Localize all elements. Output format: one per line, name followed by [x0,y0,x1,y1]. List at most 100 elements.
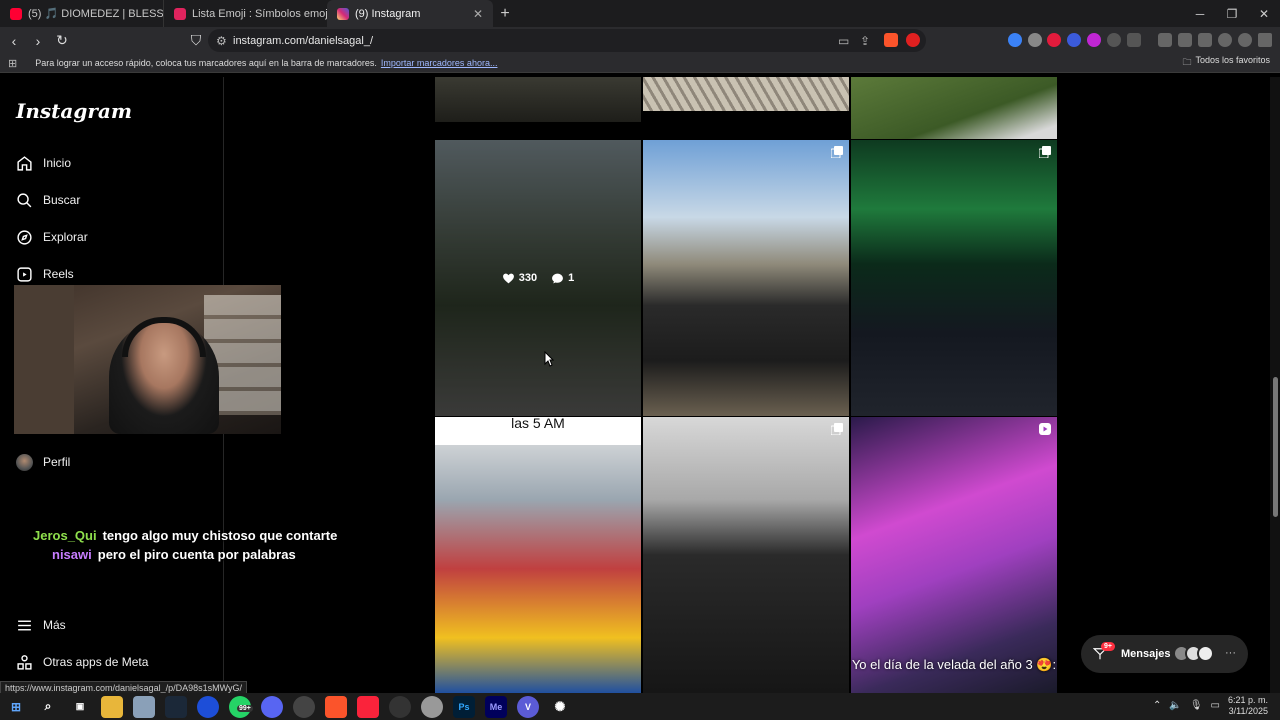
app-icon[interactable] [133,695,155,718]
tab-label: Lista Emoji : Símbolos emoji nativas [192,7,327,20]
extension-icon[interactable] [1008,33,1022,47]
extension-icon[interactable] [1087,33,1101,47]
app-icon[interactable] [293,695,315,718]
obs-icon[interactable] [389,695,411,718]
chat-username: nisawi [52,547,92,562]
search-icon[interactable]: ⌕ [37,696,59,718]
speaker-icon[interactable]: 🔈 [1169,700,1181,711]
youtube-icon [10,7,22,20]
carousel-icon [831,423,843,435]
microphone-icon[interactable]: 🎙 [1190,700,1203,711]
chevron-up-icon[interactable]: ⌃ [1153,700,1161,711]
apps-grid-icon[interactable]: ⊞ [8,57,17,70]
media-encoder-icon[interactable]: Me [485,695,507,718]
tab-youtube[interactable]: (5) 🎵 DIOMEDEZ | BLESSD ✕ GE [0,0,163,27]
extension-icon[interactable] [1067,33,1081,47]
windows-taskbar: ⊞ ⌕ ▣ 99+ Ps Me V ✺ ⌃ 🔈 🎙 ▭ 6:21 p. m. 3… [0,693,1280,720]
taskbar-badge: 99+ [237,704,253,712]
apple-music-icon[interactable] [357,695,379,718]
bookmarks-bar: ⊞ Para lograr un acceso rápido, coloca t… [0,54,1280,73]
forward-button[interactable]: › [28,33,48,49]
menu-icon [18,620,31,630]
posts-grid: 330 1 las 5 AM Yo el día de la velada de… [435,77,1058,693]
messages-label: Mensajes [1121,648,1171,660]
minimize-button[interactable]: ─ [1184,7,1216,21]
sidebar-item-reels[interactable]: Reels [16,264,74,284]
site-info-icon[interactable]: ⚙ [216,34,227,48]
chat-text: tengo algo muy chistoso que contarte [102,528,338,543]
task-view-icon[interactable]: ▣ [69,696,91,718]
window-controls: ─ ❐ ✕ [1184,7,1280,21]
menu-icon[interactable] [1258,33,1272,47]
brave-rewards-icon[interactable] [906,33,920,47]
sidebar-item-meta-apps[interactable]: Otras apps de Meta [16,652,148,672]
sidebar-item-inicio[interactable]: Inicio [16,153,71,173]
bookmark-icon[interactable]: ⛉ [186,32,206,49]
windows-start-icon[interactable]: ⊞ [5,696,27,718]
network-icon[interactable]: ▭ [1211,700,1220,711]
puzzle-icon[interactable] [1107,33,1121,47]
omnibox[interactable]: ⚙ instagram.com/danielsagal_/ ▭ ⇪ [208,29,926,52]
post-thumbnail[interactable]: las 5 AM [435,417,641,693]
message-avatars [1173,645,1214,662]
tab-instagram[interactable]: (9) Instagram ✕ [327,0,493,27]
reel-icon [1039,423,1051,435]
back-button[interactable]: ‹ [4,33,24,49]
wallet-icon[interactable] [1127,33,1141,47]
all-bookmarks[interactable]: 🗀 Todos los favoritos [1182,55,1270,71]
close-tab-icon[interactable]: ✕ [473,7,483,21]
post-thumbnail[interactable] [643,417,849,693]
close-window-button[interactable]: ✕ [1248,7,1280,21]
tab-emoji-list[interactable]: Lista Emoji : Símbolos emoji nativas [163,0,327,27]
system-tray: ⌃ 🔈 🎙 ▭ [1153,700,1220,711]
brave-shields-icon[interactable] [884,33,898,47]
clock-time: 6:21 p. m. [1227,695,1268,705]
steam-icon[interactable] [165,695,187,718]
brave-icon[interactable] [325,695,347,718]
clock-date: 3/11/2025 [1228,706,1268,716]
post-thumbnail[interactable] [851,140,1057,416]
post-thumbnail[interactable] [643,77,849,111]
cast-icon[interactable]: ▭ [838,34,849,48]
sidebar-item-perfil[interactable]: Perfil [16,452,70,472]
sidebar-item-buscar[interactable]: Buscar [16,190,80,210]
photoshop-icon[interactable]: Ps [453,695,475,718]
more-icon[interactable]: ··· [1225,647,1236,659]
vpn-icon[interactable] [1238,33,1252,47]
post-thumbnail[interactable] [643,140,849,416]
leo-icon[interactable] [1218,33,1232,47]
clock[interactable]: 6:21 p. m. 3/11/2025 [1228,695,1268,717]
avatar [1197,645,1214,662]
post-caption: Yo el día de la velada del año 3 😍: [851,657,1057,672]
music-icon[interactable] [1158,33,1172,47]
page-scrollbar[interactable] [1270,77,1280,693]
post-thumbnail[interactable] [435,77,641,122]
edge-icon[interactable] [197,695,219,718]
app-icon[interactable] [421,695,443,718]
extension-icon[interactable] [1028,33,1042,47]
post-thumbnail[interactable]: Yo el día de la velada del año 3 😍: [851,417,1057,693]
app-icon[interactable]: V [517,695,539,718]
whatsapp-icon[interactable]: 99+ [229,695,253,718]
new-tab-button[interactable]: + [493,5,517,23]
chatgpt-icon[interactable]: ✺ [549,696,571,718]
import-bookmarks-link[interactable]: Importar marcadores ahora... [381,58,498,68]
instagram-logo[interactable]: Instagram [16,99,132,123]
discord-icon[interactable] [261,695,283,718]
post-thumbnail-hovered[interactable]: 330 1 [435,140,641,416]
file-explorer-icon[interactable] [101,695,123,718]
comment-icon [552,273,564,283]
folder-icon: 🗀 [1182,57,1192,67]
post-thumbnail[interactable] [851,77,1057,139]
messages-button[interactable]: Mensajes [1081,635,1248,673]
extension-icon[interactable] [1047,33,1061,47]
reload-button[interactable]: ↻ [52,32,72,49]
share-icon[interactable]: ⇪ [860,34,870,48]
wallet-icon[interactable] [1198,33,1212,47]
post-hover-overlay: 330 1 [435,140,641,416]
scrollbar-thumb[interactable] [1273,377,1278,517]
sidebar-icon[interactable] [1178,33,1192,47]
sidebar-item-mas[interactable]: Más [16,615,66,635]
restore-button[interactable]: ❐ [1216,7,1248,21]
sidebar-item-explorar[interactable]: Explorar [16,227,88,247]
